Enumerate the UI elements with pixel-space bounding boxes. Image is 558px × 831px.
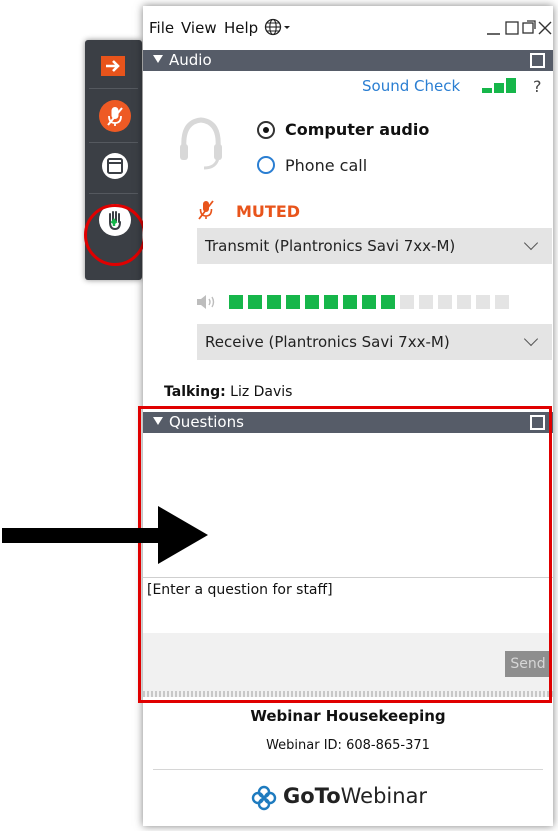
level-segment xyxy=(324,295,338,309)
level-segment xyxy=(457,295,471,309)
computer-audio-radio[interactable] xyxy=(257,121,275,139)
level-segment xyxy=(343,295,357,309)
screen-button[interactable] xyxy=(89,143,138,194)
speaker-icon xyxy=(196,294,218,310)
receive-device-value: Receive (Plantronics Savi 7xx-M) xyxy=(205,333,450,351)
mute-button[interactable] xyxy=(89,92,138,143)
level-segment xyxy=(476,295,490,309)
webinar-title: Webinar Housekeeping xyxy=(250,707,446,725)
pointer-arrow-icon xyxy=(2,506,208,564)
collapse-triangle-icon xyxy=(153,55,163,63)
microphone-mute-icon xyxy=(99,100,131,132)
chevron-down-icon xyxy=(523,235,539,251)
popout-icon[interactable] xyxy=(522,20,536,34)
level-segment xyxy=(438,295,452,309)
headset-icon xyxy=(176,114,226,174)
menu-help[interactable]: Help xyxy=(224,19,258,37)
menu-bar: File View Help xyxy=(143,6,553,48)
level-segment xyxy=(400,295,414,309)
sound-check-link[interactable]: Sound Check xyxy=(362,77,460,95)
expand-arrow-icon xyxy=(101,56,125,76)
phone-call-label[interactable]: Phone call xyxy=(285,156,367,175)
popout-icon[interactable] xyxy=(530,53,545,68)
menu-file[interactable]: File xyxy=(149,19,174,37)
raise-hand-highlight xyxy=(84,204,146,266)
brand-webinar: Webinar xyxy=(340,784,428,808)
audio-panel-header[interactable]: Audio xyxy=(143,50,553,71)
level-segment xyxy=(305,295,319,309)
gotowebinar-flower-icon xyxy=(251,785,277,811)
globe-icon[interactable] xyxy=(264,18,292,36)
audio-panel-title: Audio xyxy=(169,51,212,69)
chevron-down-icon xyxy=(523,331,539,347)
help-icon[interactable]: ? xyxy=(533,77,542,96)
muted-microphone-icon[interactable] xyxy=(198,199,214,221)
brand-goto: GoTo xyxy=(283,784,341,808)
screen-icon xyxy=(101,152,129,180)
level-segment xyxy=(248,295,262,309)
receive-level-meter xyxy=(229,295,519,309)
talking-label: Talking: xyxy=(164,384,226,400)
level-segment xyxy=(229,295,243,309)
level-segment xyxy=(286,295,300,309)
close-icon[interactable] xyxy=(538,21,552,35)
receive-device-select[interactable]: Receive (Plantronics Savi 7xx-M) xyxy=(197,324,552,360)
level-segment xyxy=(419,295,433,309)
restore-icon[interactable] xyxy=(505,21,519,35)
menu-view[interactable]: View xyxy=(181,19,217,37)
talking-name: Liz Davis xyxy=(230,384,293,400)
computer-audio-label[interactable]: Computer audio xyxy=(285,120,429,139)
signal-level-icon xyxy=(482,78,522,94)
webinar-id: Webinar ID: 608-865-371 xyxy=(266,738,430,753)
talking-indicator: Talking: Liz Davis xyxy=(164,384,292,400)
gotowebinar-logo: GoToWebinar xyxy=(251,782,461,814)
expand-button[interactable] xyxy=(89,48,138,89)
phone-call-radio[interactable] xyxy=(257,156,275,174)
minimize-icon[interactable] xyxy=(486,21,501,35)
footer-divider xyxy=(153,769,543,770)
level-segment xyxy=(362,295,376,309)
transmit-device-value: Transmit (Plantronics Savi 7xx-M) xyxy=(205,237,456,255)
level-segment xyxy=(381,295,395,309)
level-segment xyxy=(267,295,281,309)
level-segment xyxy=(495,295,509,309)
transmit-device-select[interactable]: Transmit (Plantronics Savi 7xx-M) xyxy=(197,228,552,264)
muted-status: MUTED xyxy=(236,202,301,221)
